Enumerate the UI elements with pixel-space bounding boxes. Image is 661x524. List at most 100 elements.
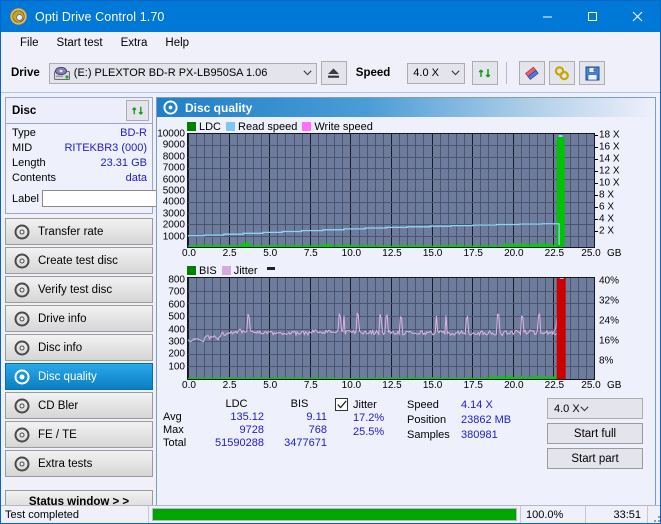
- x-tick: 25.0: [581, 380, 601, 391]
- legend-swatch-jitter: [221, 266, 231, 275]
- right-tick: 18 X: [599, 129, 620, 141]
- x-tick: 20.0: [504, 248, 524, 259]
- progress-fill: [153, 509, 516, 520]
- y-tick: 500: [168, 311, 185, 323]
- stats-row-label-total: Total: [163, 437, 187, 449]
- legend-label-jitter: Jitter: [233, 264, 258, 277]
- sidebar-item-drive-info[interactable]: Drive info: [5, 305, 153, 332]
- disc-header-label: Disc: [12, 104, 37, 117]
- eject-button[interactable]: [320, 61, 347, 85]
- tools-button[interactable]: [549, 61, 576, 85]
- drive-label: Drive: [11, 67, 40, 79]
- x-tick: 7.5: [303, 248, 318, 259]
- disc-contents-label: Contents: [12, 172, 57, 184]
- disc-mid-label: MID: [12, 142, 33, 154]
- chevron-down-icon[interactable]: [447, 64, 464, 83]
- disc-icon: [14, 369, 30, 384]
- jitter-checkbox[interactable]: [335, 398, 348, 411]
- menu-item-file[interactable]: File: [11, 35, 48, 51]
- scrollbar-marker[interactable]: [266, 266, 275, 270]
- legend-jitter: Jitter: [221, 264, 258, 277]
- test-speed-select[interactable]: 4.0 X: [547, 398, 643, 419]
- panel-title: Disc quality: [185, 100, 253, 115]
- jitter-max-value: 25.5%: [353, 426, 385, 438]
- maximize-button[interactable]: [570, 1, 615, 32]
- chart1-graphics: [188, 134, 594, 247]
- start-part-button[interactable]: Start part: [547, 448, 643, 469]
- refresh-icon: [478, 68, 491, 77]
- sidebar: Disc Type BD-R MID RITEKBR3 (000) Length…: [1, 93, 244, 517]
- x-tick: 25.0: [581, 248, 601, 259]
- legend-swatch-write-speed: [302, 122, 312, 131]
- chart2-x-axis: 0.0 2.5 5.0 7.5 10.0 12.5 15.0 17.5 20.0…: [182, 380, 621, 394]
- legend-swatch-bis: [187, 266, 196, 275]
- toolbar-separator: [506, 62, 508, 84]
- right-tick: 12 X: [599, 165, 620, 177]
- drive-select[interactable]: (E:) PLEXTOR BD-R PX-LB950SA 1.06: [48, 62, 317, 84]
- x-tick: 15.0: [422, 380, 443, 391]
- sidebar-item-transfer-rate[interactable]: Transfer rate: [5, 218, 153, 245]
- charts-area: LDC Read speed Write speed 10000 9000 80…: [157, 117, 655, 394]
- chart1-right-axis: 18 X 16 X 14 X 12 X 10 X 8 X 6 X 4 X 2 X: [595, 129, 629, 248]
- jitter-checkbox-row[interactable]: Jitter: [335, 398, 407, 411]
- jitter-label: Jitter: [353, 398, 377, 411]
- sidebar-item-fe-te[interactable]: FE / TE: [5, 421, 153, 448]
- x-tick: 7.5: [303, 380, 318, 391]
- stats-max-bis: 768: [308, 424, 327, 436]
- disc-icon: [14, 253, 30, 268]
- menu-item-start-test[interactable]: Start test: [48, 35, 112, 51]
- chart1-wrap: 10000 9000 8000 7000 6000 5000 4000 3000…: [157, 129, 650, 248]
- status-bar: Test completed 100.0% 33:51: [1, 505, 660, 524]
- refresh-icon: [131, 106, 143, 115]
- erase-button[interactable]: [519, 61, 546, 85]
- y-tick: 100: [168, 361, 185, 373]
- speed-label: Speed: [355, 67, 391, 79]
- y-tick: 2000: [162, 219, 185, 231]
- save-button[interactable]: [579, 61, 606, 85]
- disc-label-caption: Label: [12, 192, 39, 205]
- right-tick: 2 X: [599, 225, 615, 237]
- menu-item-help[interactable]: Help: [156, 35, 198, 51]
- sidebar-item-disc-quality[interactable]: Disc quality: [5, 363, 153, 390]
- right-tick: 16%: [599, 335, 620, 347]
- stats-row-label-avg: Avg: [163, 411, 182, 423]
- measurements-block: Speed 4.14 X Position 23862 MB Samples 3…: [407, 398, 515, 516]
- x-unit: GB: [607, 248, 622, 259]
- start-full-button[interactable]: Start full: [547, 423, 643, 444]
- refresh-button[interactable]: [472, 61, 499, 85]
- x-tick: 20.0: [504, 380, 524, 391]
- right-tick: 4 X: [599, 213, 615, 225]
- main-body: Disc Type BD-R MID RITEKBR3 (000) Length…: [1, 93, 660, 517]
- disc-icon: [14, 340, 30, 355]
- sidebar-item-cd-bler[interactable]: CD Bler: [5, 392, 153, 419]
- disc-refresh-button[interactable]: [126, 100, 149, 121]
- chevron-down-icon[interactable]: [580, 403, 589, 415]
- stats-total-bis: 3477671: [284, 437, 327, 449]
- chart2-right-axis: 40% 32% 24% 16% 8%: [595, 276, 629, 380]
- resize-grip[interactable]: [648, 506, 660, 524]
- y-tick: 300: [168, 336, 185, 348]
- status-message: Test completed: [1, 505, 149, 523]
- sidebar-item-disc-info[interactable]: Disc info: [5, 334, 153, 361]
- jitter-avg-value: 17.2%: [353, 412, 385, 424]
- eraser-icon: [525, 66, 539, 80]
- chevron-down-icon[interactable]: [299, 64, 316, 83]
- x-tick: 17.5: [463, 248, 483, 259]
- speed-measure-label: Speed: [407, 399, 439, 411]
- close-button[interactable]: [615, 1, 660, 32]
- sidebar-item-extra-tests[interactable]: Extra tests: [5, 450, 153, 477]
- samples-value: 380981: [461, 429, 498, 441]
- sidebar-item-verify-test-disc[interactable]: Verify test disc: [5, 276, 153, 303]
- panel-header: Disc quality: [157, 98, 655, 117]
- y-tick: 800: [168, 274, 185, 286]
- speed-select[interactable]: 4.0 X: [407, 62, 466, 84]
- minimize-button[interactable]: [525, 1, 570, 32]
- stats-avg-ldc: 135.12: [230, 411, 264, 423]
- sidebar-item-create-test-disc[interactable]: Create test disc: [5, 247, 153, 274]
- chart2-y-axis: 800 700 600 500 400 300 200 100: [161, 274, 190, 380]
- y-tick: 400: [168, 324, 185, 336]
- menu-item-extra[interactable]: Extra: [112, 35, 157, 51]
- disc-icon: [14, 224, 30, 239]
- disc-icon: [14, 311, 30, 326]
